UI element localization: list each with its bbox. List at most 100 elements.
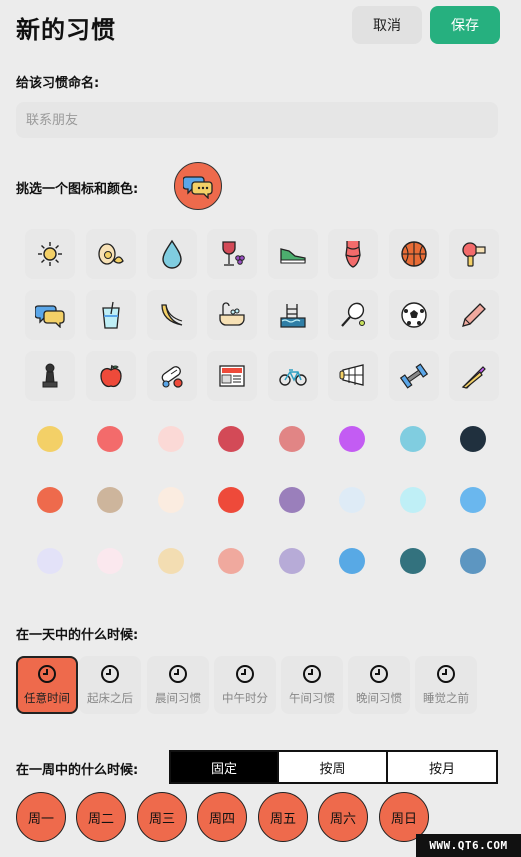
icon-option-dumbbell[interactable]: [389, 351, 439, 401]
time-option[interactable]: 午间习惯: [281, 656, 343, 714]
save-button[interactable]: 保存: [430, 6, 500, 44]
watermark: WWW.QT6.COM: [416, 834, 521, 857]
color-swatch[interactable]: [460, 487, 486, 513]
selected-icon-preview[interactable]: [174, 162, 222, 210]
icon-option-water[interactable]: [147, 229, 197, 279]
frequency-segment[interactable]: 按月: [386, 750, 498, 784]
clock-icon: [370, 665, 388, 683]
icon-option-soccer[interactable]: [389, 290, 439, 340]
color-swatch[interactable]: [37, 426, 63, 452]
color-swatch[interactable]: [158, 426, 184, 452]
frequency-segment[interactable]: 固定: [169, 750, 279, 784]
icon-option-straightener[interactable]: [449, 351, 499, 401]
color-swatch[interactable]: [460, 548, 486, 574]
pills-icon: [161, 366, 183, 388]
icon-option-pencil[interactable]: [449, 290, 499, 340]
color-swatch[interactable]: [158, 487, 184, 513]
color-swatch[interactable]: [279, 426, 305, 452]
color-swatch[interactable]: [279, 548, 305, 574]
icon-option-banana[interactable]: [147, 290, 197, 340]
icon-option-sun[interactable]: [25, 229, 75, 279]
tennis-racket-icon: [341, 302, 365, 327]
page-title: 新的习惯: [16, 16, 116, 44]
color-swatch[interactable]: [158, 548, 184, 574]
sneaker-icon: [280, 248, 306, 264]
chat-bubbles-icon: [183, 176, 213, 199]
basketball-icon: [401, 241, 427, 267]
icon-option-swimsuit[interactable]: [328, 229, 378, 279]
icon-option-pool[interactable]: [268, 290, 318, 340]
time-option-label: 晨间习惯: [155, 691, 201, 705]
color-swatch[interactable]: [400, 426, 426, 452]
icon-option-bathtub[interactable]: [207, 290, 257, 340]
day-of-week-label: 在一周中的什么时候:: [16, 763, 139, 778]
icon-option-badminton[interactable]: [328, 351, 378, 401]
color-swatch[interactable]: [218, 487, 244, 513]
time-option-label: 晚间习惯: [356, 691, 402, 705]
icon-option-chat[interactable]: [25, 290, 75, 340]
bathtub-icon: [219, 302, 245, 326]
icon-option-pills[interactable]: [147, 351, 197, 401]
color-swatch[interactable]: [339, 548, 365, 574]
icon-option-wine[interactable]: [207, 229, 257, 279]
frequency-segment[interactable]: 按周: [277, 750, 388, 784]
color-swatch[interactable]: [37, 487, 63, 513]
time-option-label: 睡觉之前: [423, 691, 469, 705]
color-swatch[interactable]: [400, 548, 426, 574]
water-drop-icon: [162, 239, 182, 269]
color-swatch[interactable]: [218, 548, 244, 574]
color-swatch[interactable]: [97, 487, 123, 513]
time-of-day-label: 在一天中的什么时候:: [16, 628, 139, 643]
weekday-toggle[interactable]: 周三: [137, 792, 187, 842]
icon-option-apple[interactable]: [86, 351, 136, 401]
chess-pawn-icon: [42, 363, 58, 388]
time-option-label: 任意时间: [24, 691, 70, 705]
clock-icon: [236, 665, 254, 683]
color-swatch[interactable]: [97, 426, 123, 452]
color-swatch[interactable]: [279, 487, 305, 513]
icon-option-eggs[interactable]: [86, 229, 136, 279]
icon-color-label: 挑选一个图标和颜色:: [16, 182, 139, 197]
color-swatch[interactable]: [218, 426, 244, 452]
habit-name-input[interactable]: [16, 102, 498, 138]
swimming-pool-icon: [280, 304, 306, 328]
weekday-toggle[interactable]: 周一: [16, 792, 66, 842]
time-option-label: 午间习惯: [289, 691, 335, 705]
weekday-toggle[interactable]: 周四: [197, 792, 247, 842]
color-swatch[interactable]: [400, 487, 426, 513]
icon-option-news[interactable]: [207, 351, 257, 401]
wine-grapes-icon: [222, 241, 245, 266]
shuttlecock-icon: [339, 364, 364, 386]
bicycle-icon: [279, 369, 307, 386]
time-option[interactable]: 晨间习惯: [147, 656, 209, 714]
icon-option-tennis[interactable]: [328, 290, 378, 340]
icon-option-sneaker[interactable]: [268, 229, 318, 279]
icon-option-chess[interactable]: [25, 351, 75, 401]
color-swatch[interactable]: [97, 548, 123, 574]
time-option[interactable]: 起床之后: [79, 656, 141, 714]
hair-straightener-icon: [461, 366, 486, 389]
drink-cup-icon: [102, 301, 120, 329]
chat-bubbles-icon: [35, 305, 65, 328]
weekday-toggle[interactable]: 周六: [318, 792, 368, 842]
weekday-toggle[interactable]: 周五: [258, 792, 308, 842]
color-swatch[interactable]: [339, 487, 365, 513]
time-option[interactable]: 晚间习惯: [348, 656, 410, 714]
sun-icon: [38, 242, 62, 266]
time-option[interactable]: 任意时间: [16, 656, 78, 714]
time-option-label: 起床之后: [87, 691, 133, 705]
icon-option-basketball[interactable]: [389, 229, 439, 279]
clock-icon: [303, 665, 321, 683]
icon-option-cup[interactable]: [86, 290, 136, 340]
icon-option-bike[interactable]: [268, 351, 318, 401]
cancel-button[interactable]: 取消: [352, 6, 422, 44]
time-option[interactable]: 中午时分: [214, 656, 276, 714]
time-option[interactable]: 睡觉之前: [415, 656, 477, 714]
color-swatch[interactable]: [339, 426, 365, 452]
weekday-toggle[interactable]: 周二: [76, 792, 126, 842]
icon-option-hairdryer[interactable]: [449, 229, 499, 279]
color-swatch[interactable]: [460, 426, 486, 452]
clock-icon: [437, 665, 455, 683]
apple-icon: [100, 364, 122, 388]
color-swatch[interactable]: [37, 548, 63, 574]
